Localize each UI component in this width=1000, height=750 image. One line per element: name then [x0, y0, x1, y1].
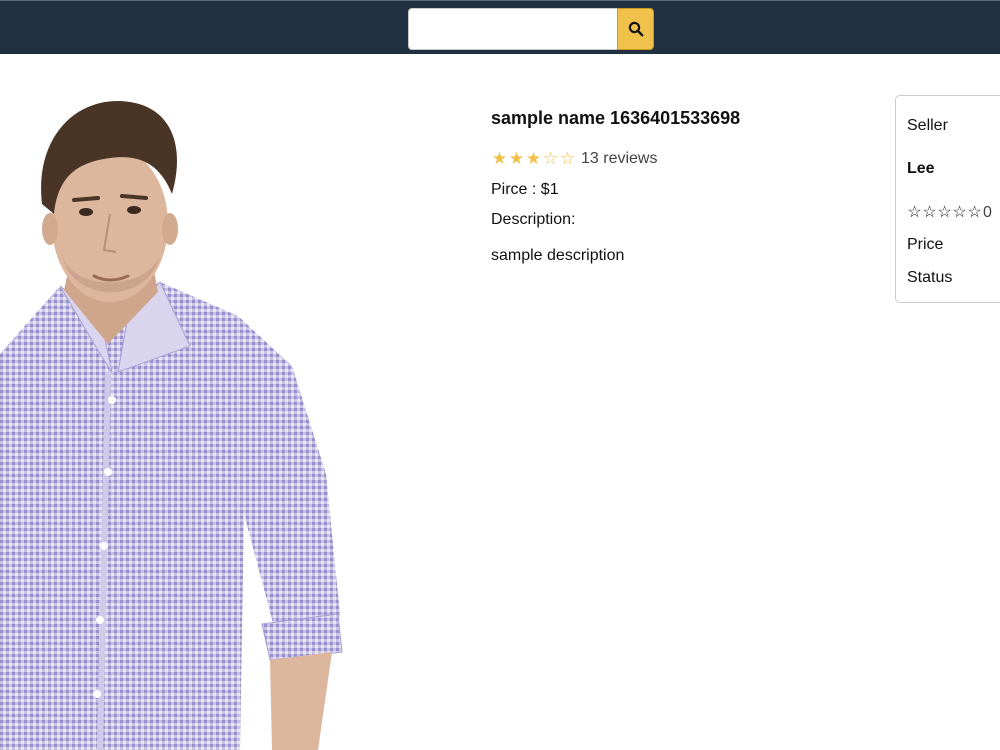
product-name: sample name 1636401533698 [491, 108, 741, 128]
search-icon [628, 21, 643, 37]
product-rating: ★ ★ ★ ☆ ☆ 13 reviews [491, 148, 871, 170]
search-box [408, 8, 654, 50]
rating-stars: ★ ★ ★ ☆ ☆ [491, 149, 576, 169]
product-description: sample description [491, 247, 625, 264]
seller-rating: ☆ ☆ ☆ ☆ ☆ 0 [907, 202, 992, 224]
star-empty-icon: ☆ [559, 149, 576, 168]
seller-heading: Seller [907, 117, 948, 134]
star-filled-icon: ★ [525, 149, 542, 168]
seller-status-label: Status [907, 269, 953, 286]
star-filled-icon: ★ [508, 149, 525, 168]
star-empty-icon: ☆ [922, 204, 937, 221]
star-empty-icon: ☆ [907, 204, 922, 221]
product-price: Pirce : $1 [491, 181, 559, 198]
seller-name-link[interactable]: Lee [907, 158, 935, 180]
star-empty-icon: ☆ [542, 149, 559, 168]
star-filled-icon: ★ [491, 149, 508, 168]
seller-card: Seller Lee ☆ ☆ ☆ ☆ ☆ 0 Price Status [895, 95, 1000, 303]
star-empty-icon: ☆ [967, 204, 982, 221]
search-input[interactable] [408, 8, 617, 50]
seller-price-label: Price [907, 236, 944, 253]
star-empty-icon: ☆ [952, 204, 967, 221]
product-image [0, 54, 400, 750]
reviews-count[interactable]: 13 reviews [581, 150, 657, 168]
seller-rating-stars: ☆ ☆ ☆ ☆ ☆ [907, 204, 982, 222]
product-photo [0, 100, 343, 750]
description-label: Description: [491, 211, 576, 228]
top-header [0, 0, 1000, 54]
search-button[interactable] [617, 8, 654, 50]
star-empty-icon: ☆ [937, 204, 952, 221]
product-details: sample name 1636401533698 ★ ★ ★ ☆ ☆ 13 revie… [491, 106, 871, 267]
seller-rating-count: 0 [983, 204, 992, 221]
